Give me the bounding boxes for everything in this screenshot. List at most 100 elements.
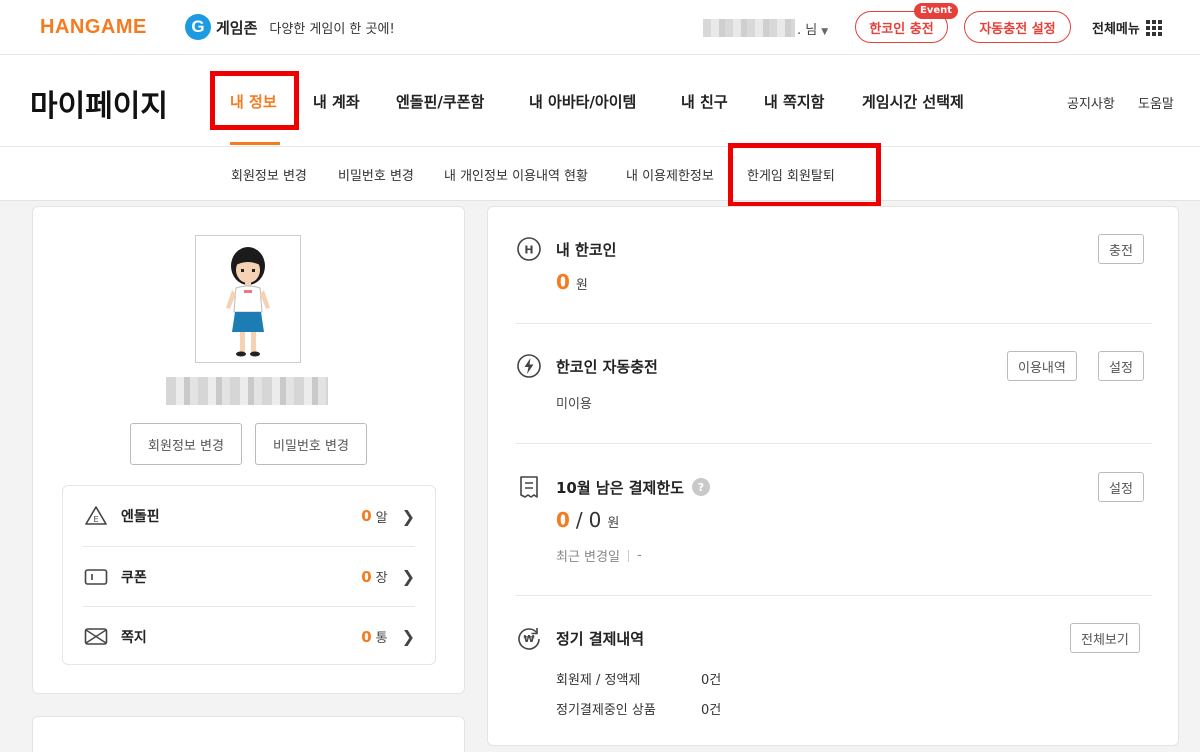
payment-info-card: H 내 한코인 충전 0 원 한코인 자동충전 이용내역 설정 미이용 10월 … xyxy=(487,206,1179,746)
message-icon xyxy=(83,626,109,648)
hancoin-icon: H xyxy=(516,236,542,262)
secondary-card xyxy=(32,716,465,752)
change-password-button[interactable]: 비밀번호 변경 xyxy=(255,423,367,465)
auto-charge-status: 미이용 xyxy=(556,397,592,412)
gamezone-link[interactable]: G 게임존 다양한 게임이 한 곳에! xyxy=(185,14,395,40)
event-badge: Event xyxy=(914,3,959,19)
auto-charge-title: 한코인 자동충전 xyxy=(556,357,658,376)
recurring-row: 정기결제중인 상품 0건 xyxy=(556,693,1152,723)
lightning-icon xyxy=(516,353,542,379)
limit-total-amount: 0 xyxy=(588,508,602,532)
user-menu-toggle[interactable]: . 님 ▼ xyxy=(797,19,828,38)
gamezone-tagline: 다양한 게임이 한 곳에! xyxy=(269,21,395,37)
tab-game-time[interactable]: 게임시간 선택제 xyxy=(862,91,964,112)
wallet-row-coupon[interactable]: 쿠폰 0 장 ❯ xyxy=(83,546,415,606)
page-title: 마이페이지 xyxy=(30,89,168,124)
limit-recent-change: 최근 변경일 - xyxy=(556,546,1152,565)
gamezone-logo-icon: G xyxy=(185,14,211,40)
auto-charge-history-button[interactable]: 이용내역 xyxy=(1007,351,1077,381)
section-divider xyxy=(516,595,1152,596)
tab-my-account[interactable]: 내 계좌 xyxy=(313,91,360,112)
chevron-right-icon: ❯ xyxy=(401,567,415,586)
recurring-won-icon: ₩ xyxy=(516,625,542,651)
wallet-unit: 통 xyxy=(375,631,388,646)
user-suffix-label: . 님 xyxy=(797,23,818,38)
grid-menu-icon xyxy=(1145,19,1162,36)
wallet-label: 쪽지 xyxy=(121,629,147,646)
top-bar: HANGAME G 게임존 다양한 게임이 한 곳에! . 님 ▼ 한코인 충전 … xyxy=(0,0,1200,55)
subnav-edit-member-info[interactable]: 회원정보 변경 xyxy=(231,165,307,184)
recent-change-value: - xyxy=(636,548,642,563)
recurring-row-value: 0건 xyxy=(701,672,722,688)
auto-charge-section: 한코인 자동충전 이용내역 설정 미이용 xyxy=(516,351,1152,412)
hancoin-charge-small-button[interactable]: 충전 xyxy=(1098,234,1144,264)
all-menu-button[interactable]: 전체메뉴 xyxy=(1092,18,1162,37)
tab-endolphin-coupon[interactable]: 엔돌핀/쿠폰함 xyxy=(396,91,484,112)
limit-unit: 원 xyxy=(607,516,620,531)
help-question-icon[interactable]: ? xyxy=(691,478,710,496)
recurring-row-value: 0건 xyxy=(701,702,722,718)
tab-my-info[interactable]: 내 정보 xyxy=(230,91,277,112)
recent-change-label: 최근 변경일 xyxy=(556,550,620,565)
svg-text:E: E xyxy=(93,515,98,524)
subnav-change-password[interactable]: 비밀번호 변경 xyxy=(338,165,414,184)
username-blurred[interactable] xyxy=(703,19,795,37)
endolphin-icon: E xyxy=(83,505,109,527)
limit-separator: / xyxy=(575,508,583,532)
wallet-summary: E 엔돌핀 0 알 ❯ 쿠폰 0 장 ❯ 쪽지 0 통 ❯ xyxy=(62,485,436,665)
svg-text:₩: ₩ xyxy=(523,634,534,645)
auto-charge-setting-small-button[interactable]: 설정 xyxy=(1098,351,1144,381)
section-divider xyxy=(516,323,1152,324)
all-menu-label: 전체메뉴 xyxy=(1092,22,1140,37)
hancoin-balance: 0 xyxy=(556,270,570,294)
hangame-logo[interactable]: HANGAME xyxy=(40,16,147,39)
wallet-value: 0 xyxy=(361,627,372,646)
hancoin-title: 내 한코인 xyxy=(556,240,617,259)
tab-my-messages[interactable]: 내 쪽지함 xyxy=(764,91,824,112)
wallet-row-endolphin[interactable]: E 엔돌핀 0 알 ❯ xyxy=(83,486,415,546)
recurring-row: 회원제 / 정액제 0건 xyxy=(556,663,1152,693)
active-tab-indicator xyxy=(230,142,280,145)
recurring-payment-title: 정기 결제내역 xyxy=(556,629,645,648)
caret-down-icon: ▼ xyxy=(821,27,829,37)
wallet-unit: 장 xyxy=(375,571,388,586)
hancoin-section: H 내 한코인 충전 0 원 xyxy=(516,234,1152,294)
wallet-value: 0 xyxy=(361,567,372,586)
subnav-privacy-usage[interactable]: 내 개인정보 이용내역 현황 xyxy=(444,165,588,184)
wallet-row-message[interactable]: 쪽지 0 통 ❯ xyxy=(83,606,415,666)
section-divider xyxy=(516,443,1152,444)
subnav-restriction-info[interactable]: 내 이용제한정보 xyxy=(626,165,714,184)
recurring-row-label: 정기결제중인 상품 xyxy=(556,702,656,718)
payment-limit-section: 10월 남은 결제한도 ? 설정 0 / 0 원 최근 변경일 - xyxy=(516,472,1152,565)
avatar-figure-icon xyxy=(226,247,270,357)
subnav-withdraw-membership[interactable]: 한게임 회원탈퇴 xyxy=(747,165,835,184)
recurring-row-label: 회원제 / 정액제 xyxy=(556,672,641,688)
hancoin-unit: 원 xyxy=(575,278,588,293)
recurring-payment-section: ₩ 정기 결제내역 전체보기 회원제 / 정액제 0건 정기결제중인 상품 0건 xyxy=(516,623,1152,723)
payment-limit-title: 10월 남은 결제한도 xyxy=(556,478,684,497)
svg-text:H: H xyxy=(524,244,533,257)
payment-limit-setting-button[interactable]: 설정 xyxy=(1098,472,1144,502)
wallet-label: 엔돌핀 xyxy=(121,509,160,525)
help-link[interactable]: 도움말 xyxy=(1138,93,1174,112)
username-blurred-profile xyxy=(166,377,328,405)
sub-navigation: 회원정보 변경 비밀번호 변경 내 개인정보 이용내역 현황 내 이용제한정보 … xyxy=(0,147,1200,201)
limit-used-amount: 0 xyxy=(556,508,570,532)
notice-link[interactable]: 공지사항 xyxy=(1067,93,1115,112)
auto-charge-setting-button[interactable]: 자동충전 설정 xyxy=(964,11,1071,43)
wallet-label: 쿠폰 xyxy=(121,569,147,586)
page-header: 마이페이지 내 정보 내 계좌 엔돌핀/쿠폰함 내 아바타/아이템 내 친구 내… xyxy=(0,55,1200,147)
gamezone-name: 게임존 xyxy=(216,18,258,37)
receipt-icon xyxy=(516,474,542,500)
avatar[interactable] xyxy=(195,235,301,363)
coupon-icon xyxy=(83,566,109,588)
recurring-view-all-button[interactable]: 전체보기 xyxy=(1070,623,1140,653)
profile-card: 회원정보 변경 비밀번호 변경 E 엔돌핀 0 알 ❯ 쿠폰 0 장 ❯ 쪽지 … xyxy=(32,206,465,694)
chevron-right-icon: ❯ xyxy=(401,627,415,646)
tab-my-friends[interactable]: 내 친구 xyxy=(681,91,728,112)
tab-avatar-item[interactable]: 내 아바타/아이템 xyxy=(529,91,636,112)
edit-member-info-button[interactable]: 회원정보 변경 xyxy=(130,423,242,465)
wallet-unit: 알 xyxy=(375,510,388,526)
chevron-right-icon: ❯ xyxy=(401,506,415,526)
wallet-value: 0 xyxy=(361,507,372,525)
